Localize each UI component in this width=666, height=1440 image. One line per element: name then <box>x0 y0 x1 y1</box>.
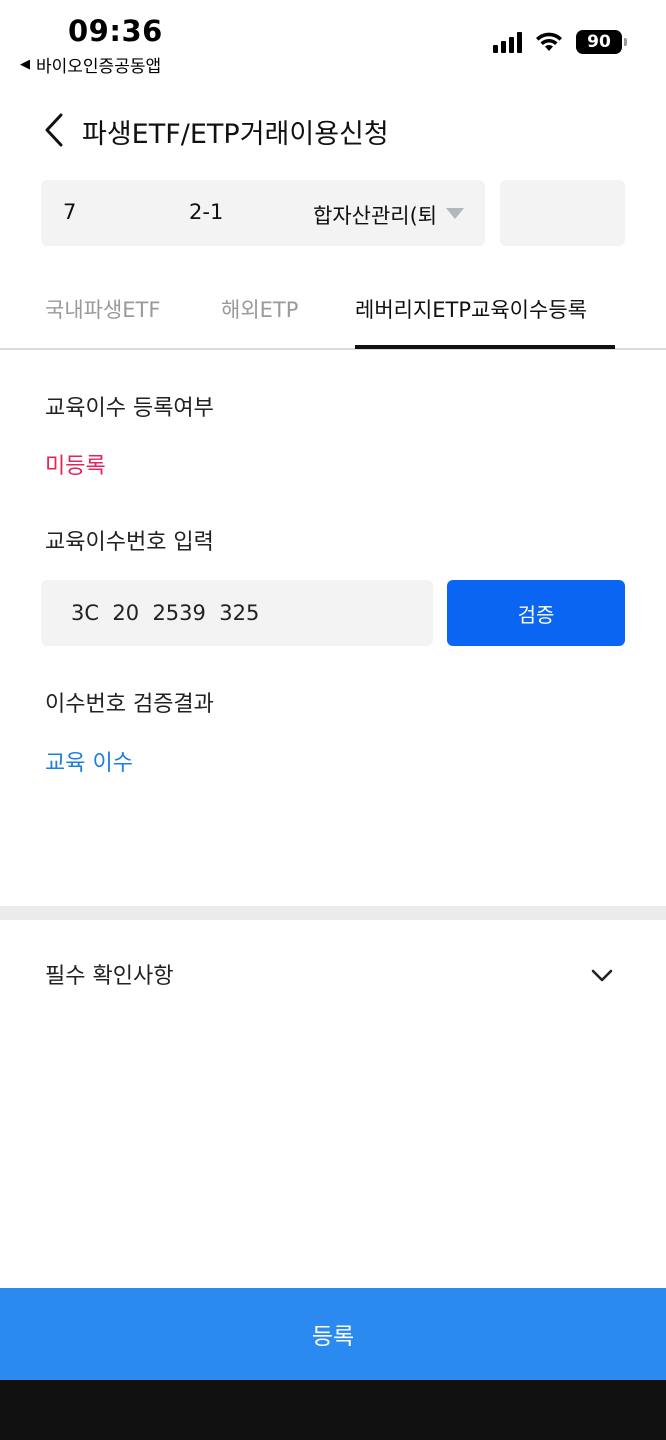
tab-domestic-etf[interactable]: 국내파생ETF <box>45 294 160 324</box>
section-divider <box>0 906 666 920</box>
account-password-box[interactable] <box>500 180 625 246</box>
education-status-value: 미등록 <box>45 454 106 479</box>
back-button[interactable] <box>36 110 72 150</box>
account-selector[interactable]: 7 2-1 합자산관리(퇴 <box>41 180 485 246</box>
system-bottom-bar <box>0 1380 666 1440</box>
status-icons: 90 <box>493 30 627 54</box>
active-tab-indicator <box>355 345 615 349</box>
back-to-app-link[interactable]: ◀ 바이오인증공동앱 <box>20 52 161 77</box>
required-notice-label: 필수 확인사항 <box>45 964 174 989</box>
account-name: 합자산관리(퇴 <box>313 204 435 228</box>
verify-result-label: 이수번호 검증결과 <box>45 692 214 717</box>
verify-button[interactable]: 검증 <box>447 580 625 646</box>
register-button[interactable]: 등록 <box>0 1288 666 1380</box>
back-triangle-icon: ◀ <box>20 57 30 72</box>
page-title: 파생ETF/ETP거래이용신청 <box>82 119 389 150</box>
account-number-part2: 2-1 <box>189 200 224 224</box>
education-status-label: 교육이수 등록여부 <box>45 396 214 421</box>
caret-down-icon <box>446 208 464 219</box>
chevron-down-icon <box>591 969 613 982</box>
tab-overseas-etp[interactable]: 해외ETP <box>221 294 298 324</box>
tab-leverage-etp-education[interactable]: 레버리지ETP교육이수등록 <box>355 294 587 324</box>
tab-bar: 국내파생ETF 해외ETP 레버리지ETP교육이수등록 <box>0 280 666 350</box>
battery-icon: 90 <box>576 30 627 54</box>
required-notice-toggle[interactable]: 필수 확인사항 <box>0 940 666 1010</box>
wifi-icon <box>534 31 564 53</box>
account-number-part1: 7 <box>63 200 77 224</box>
back-app-label: 바이오인증공동앱 <box>36 57 162 77</box>
status-bar: 09:36 ◀ 바이오인증공동앱 90 <box>0 0 666 80</box>
education-number-input[interactable] <box>41 580 433 646</box>
battery-level: 90 <box>587 32 611 52</box>
chevron-left-icon <box>45 113 63 147</box>
verify-result-value: 교육 이수 <box>45 751 133 776</box>
education-number-label: 교육이수번호 입력 <box>45 530 214 555</box>
page-header: 파생ETF/ETP거래이용신청 <box>0 100 666 160</box>
signal-icon <box>493 31 522 53</box>
status-time: 09:36 <box>68 14 163 48</box>
